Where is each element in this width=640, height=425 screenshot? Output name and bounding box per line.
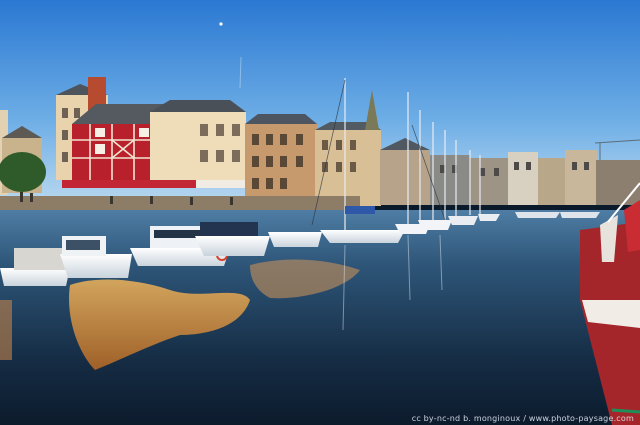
harbour-photo: cc by-nc-nd b. monginoux / www.photo-pay…: [0, 0, 640, 425]
trees-left: [0, 152, 46, 192]
building-central: [245, 114, 317, 206]
harbour-scene-svg: [0, 0, 640, 425]
photo-credit: cc by-nc-nd b. monginoux / www.photo-pay…: [411, 414, 634, 423]
motorboat-small: [268, 232, 322, 247]
quay: [0, 196, 360, 210]
red-awning: [62, 180, 212, 188]
building-cream: [150, 100, 246, 184]
moon: [219, 22, 223, 26]
